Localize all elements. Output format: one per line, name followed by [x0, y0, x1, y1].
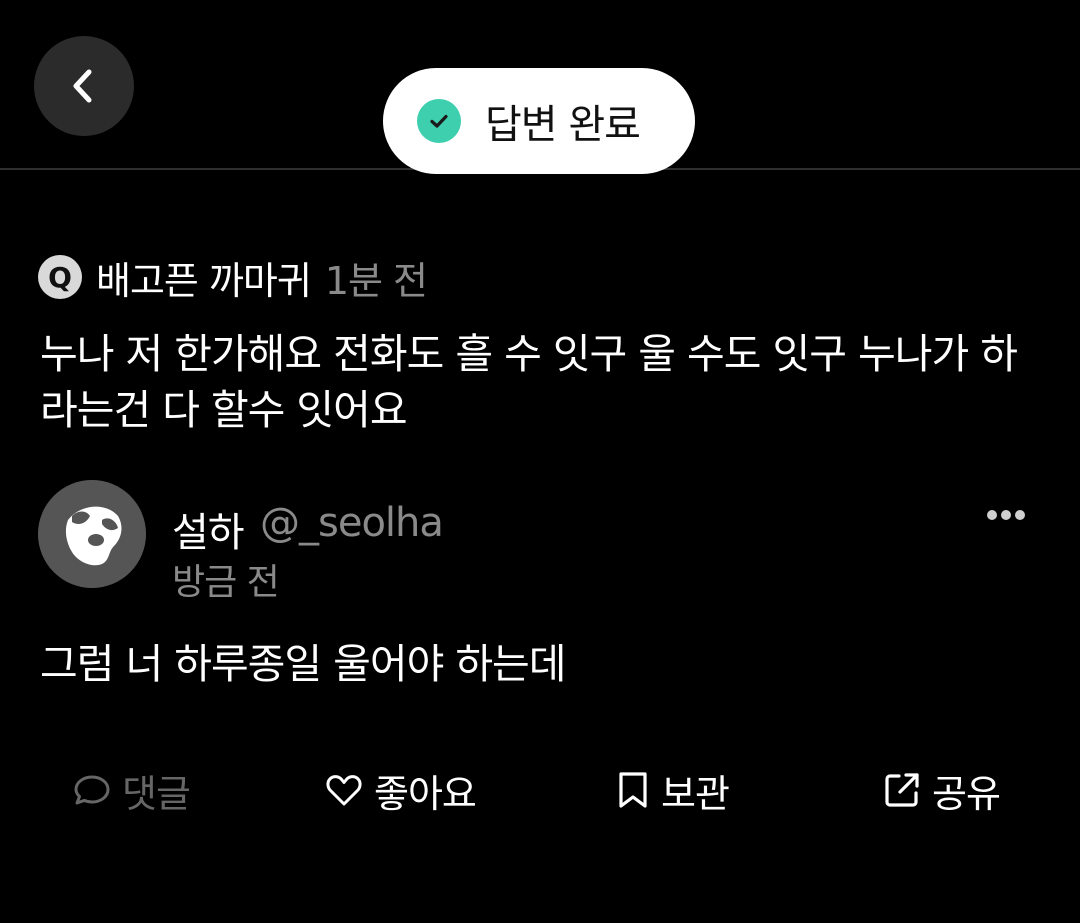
heart-icon	[326, 775, 362, 806]
question-meta: Q 배고픈 까마귀 1분 전	[38, 250, 428, 305]
answer-timestamp: 방금 전	[172, 562, 280, 603]
answerer-name[interactable]: 설하	[172, 500, 245, 558]
like-button[interactable]: 좋아요	[324, 760, 477, 820]
avatar[interactable]	[38, 480, 146, 588]
answerer-handle[interactable]: @_seolha	[260, 500, 444, 546]
bookmark-icon	[619, 772, 647, 808]
comment-label: 댓글	[122, 771, 191, 816]
comment-button[interactable]: 댓글	[72, 760, 191, 820]
question-badge: Q	[38, 255, 82, 299]
more-horizontal-icon	[987, 510, 1025, 520]
question-text: 누나 저 한가해요 전화도 흘 수 잇구 울 수도 잇구 누나가 하라는건 다 …	[40, 330, 1018, 434]
more-options-button[interactable]	[980, 498, 1032, 532]
check-circle-icon	[417, 99, 461, 143]
save-label: 보관	[661, 771, 730, 816]
share-button[interactable]: 공유	[882, 760, 1001, 820]
like-label: 좋아요	[374, 771, 477, 816]
share-external-icon	[885, 773, 919, 807]
save-button[interactable]: 보관	[615, 760, 730, 820]
status-label: 답변 완료	[485, 102, 641, 148]
comment-icon	[74, 775, 110, 805]
back-button[interactable]	[34, 36, 134, 136]
chevron-left-icon	[73, 69, 92, 103]
answer-text: 그럼 너 하루종일 울어야 하는데	[40, 640, 566, 688]
panda-avatar-icon	[38, 480, 146, 588]
asker-name[interactable]: 배고픈 까마귀	[96, 250, 312, 305]
share-label: 공유	[932, 771, 1001, 816]
answer-status-pill: 답변 완료	[383, 68, 695, 174]
question-timestamp: 1분 전	[324, 258, 428, 303]
